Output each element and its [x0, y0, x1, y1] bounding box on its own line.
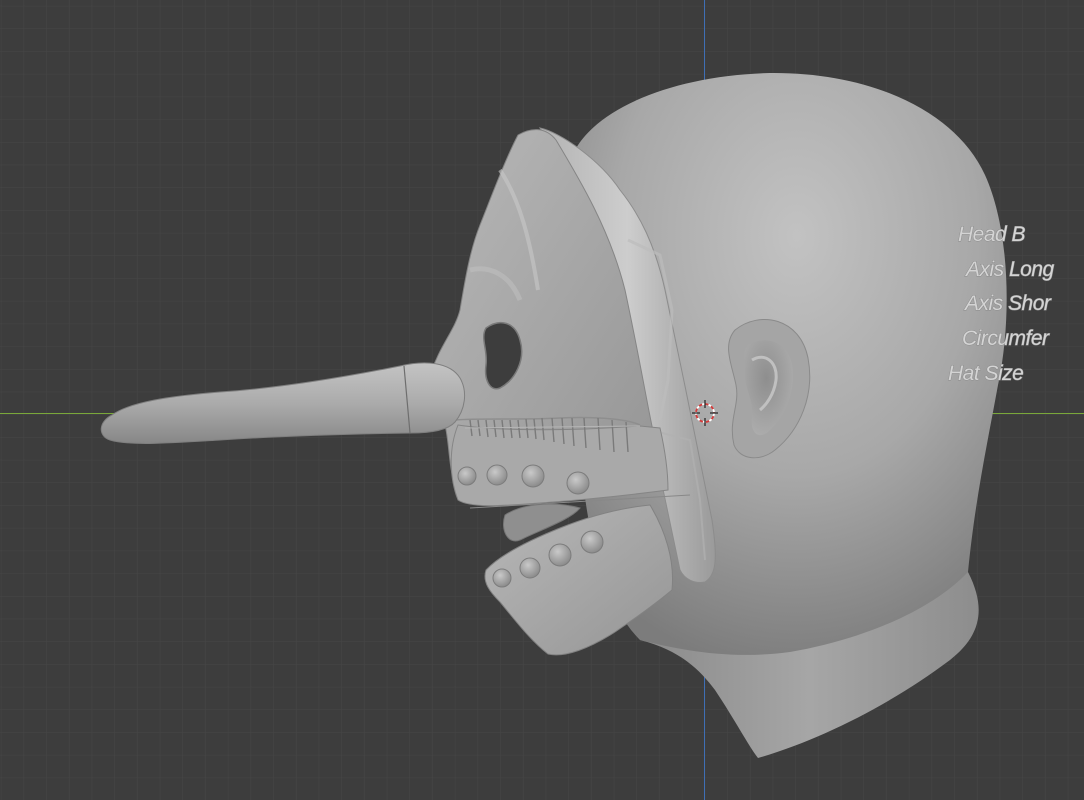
embossed-text: Circumfer: [962, 327, 1050, 350]
embossed-text: Axis Shor: [963, 292, 1052, 315]
embossed-text: Axis Long: [964, 258, 1055, 281]
upper-jaw: [450, 424, 669, 507]
embossed-text: Head B: [958, 223, 1026, 246]
3d-viewport[interactable]: Head B Axis Long Axis Shor Circumfer Hat…: [0, 0, 1084, 800]
embossed-text: Hat Size: [948, 362, 1023, 385]
viewport-canvas[interactable]: Head B Axis Long Axis Shor Circumfer Hat…: [0, 0, 1084, 800]
